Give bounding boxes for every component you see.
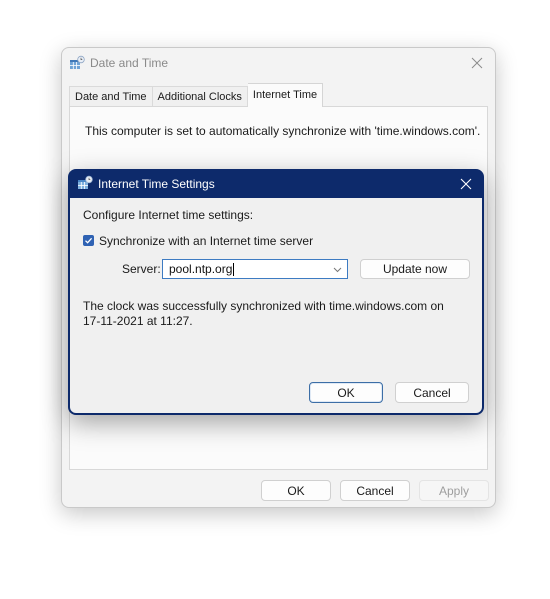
tab-date-and-time[interactable]: Date and Time [69,86,153,107]
sync-checkbox-label[interactable]: Synchronize with an Internet time server [99,234,313,248]
close-icon [460,178,472,190]
chevron-down-icon [333,267,341,272]
outer-titlebar[interactable]: Date and Time [62,48,495,78]
outer-cancel-button[interactable]: Cancel [340,480,410,501]
inner-dialog-body: Configure Internet time settings: Synchr… [70,198,482,413]
sync-status-line-2: 17-11-2021 at 11:27. [83,314,193,328]
date-time-control-panel-icon [69,55,85,74]
update-now-button[interactable]: Update now [360,259,470,279]
tab-internet-time[interactable]: Internet Time [247,83,324,107]
date-time-control-panel-icon [77,175,93,194]
close-icon [471,57,483,69]
outer-ok-button[interactable]: OK [261,480,331,501]
server-combobox[interactable]: pool.ntp.org [162,259,348,279]
outer-dialog-title: Date and Time [90,56,169,70]
sync-checkbox[interactable] [83,235,94,246]
tab-additional-clocks[interactable]: Additional Clocks [152,86,248,107]
server-label: Server: [122,262,161,276]
internet-time-settings-dialog: Internet Time Settings Configure Interne… [68,169,484,415]
server-value: pool.ntp.org [169,262,233,276]
tab-strip: Date and Time Additional Clocks Internet… [69,83,324,107]
checkmark-icon [85,237,93,244]
text-caret [233,263,234,276]
inner-titlebar[interactable]: Internet Time Settings [68,169,484,198]
inner-dialog-title: Internet Time Settings [98,177,215,191]
configure-heading: Configure Internet time settings: [83,208,254,222]
inner-close-button[interactable] [454,173,478,195]
apply-button[interactable]: Apply [419,480,489,501]
outer-close-button[interactable] [465,52,489,74]
inner-ok-button[interactable]: OK [309,382,383,403]
dropdown-button[interactable] [330,263,344,276]
sync-server-message: This computer is set to automatically sy… [85,124,481,138]
inner-cancel-button[interactable]: Cancel [395,382,469,403]
sync-status-line-1: The clock was successfully synchronized … [83,299,444,313]
